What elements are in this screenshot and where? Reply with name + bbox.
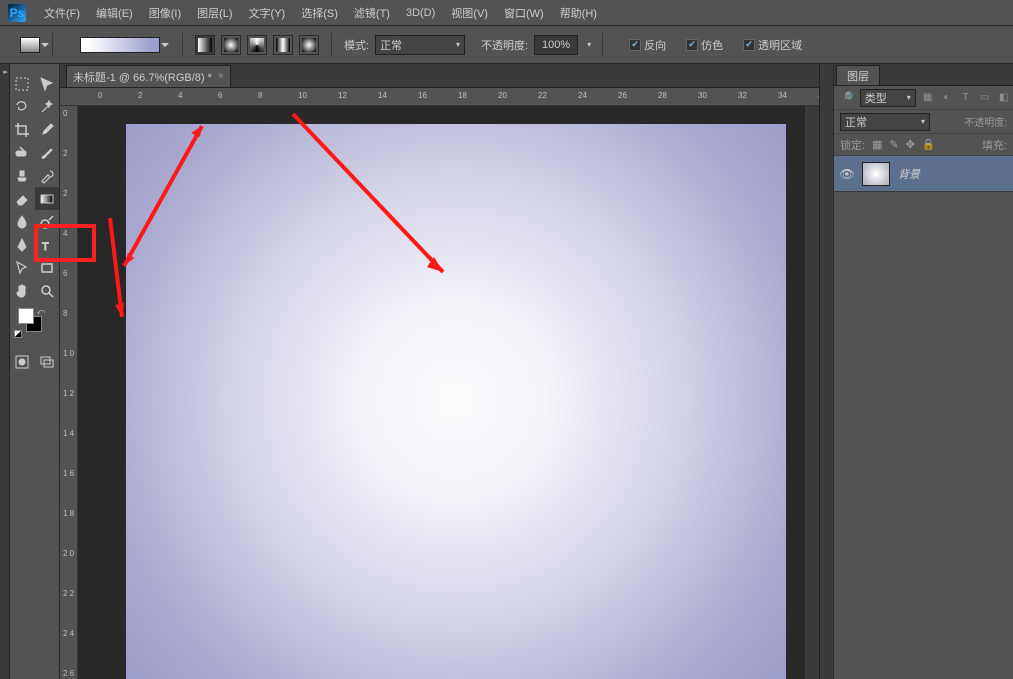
tool-preset-picker[interactable] bbox=[20, 37, 40, 53]
brush-tool[interactable] bbox=[35, 141, 60, 164]
linear-gradient-icon bbox=[198, 38, 212, 52]
filter-pixel-icon[interactable]: ▦ bbox=[922, 92, 934, 104]
diamond-gradient-icon bbox=[302, 38, 316, 52]
layer-filter-select[interactable]: 类型 bbox=[860, 89, 916, 107]
path-select-tool[interactable] bbox=[10, 256, 35, 279]
crop-tool[interactable] bbox=[10, 118, 35, 141]
menu-type[interactable]: 文字(Y) bbox=[241, 1, 294, 25]
vertical-scrollbar[interactable] bbox=[805, 106, 819, 679]
lasso-tool[interactable] bbox=[10, 95, 35, 118]
filter-shape-icon[interactable]: ▭ bbox=[979, 92, 991, 104]
photoshop-logo-icon: Ps bbox=[8, 4, 26, 22]
lock-transparency-icon[interactable]: ▦ bbox=[872, 138, 882, 151]
layers-panel-tab[interactable]: 图层 bbox=[836, 65, 880, 85]
reverse-checkbox[interactable]: ✔反向 bbox=[629, 37, 666, 53]
vertical-ruler[interactable]: 0224681 01 21 41 61 82 02 22 42 6 bbox=[60, 106, 78, 679]
layer-thumbnail[interactable] bbox=[862, 162, 890, 186]
radial-gradient-icon bbox=[224, 38, 238, 52]
filter-smart-icon[interactable]: ◧ bbox=[998, 92, 1010, 104]
layer-opacity-label: 不透明度: bbox=[964, 114, 1007, 129]
menu-image[interactable]: 图像(I) bbox=[141, 1, 189, 25]
horizontal-ruler[interactable]: 024681012141618202224262830323436 bbox=[78, 88, 819, 106]
rect-marquee-tool[interactable] bbox=[10, 72, 35, 95]
spot-heal-tool[interactable] bbox=[10, 141, 35, 164]
menu-select[interactable]: 选择(S) bbox=[293, 1, 346, 25]
gradient-angle-button[interactable] bbox=[247, 35, 267, 55]
opacity-label: 不透明度: bbox=[481, 37, 528, 53]
default-colors-icon[interactable] bbox=[14, 330, 22, 338]
opacity-input[interactable]: 100% bbox=[534, 35, 578, 55]
menu-help[interactable]: 帮助(H) bbox=[552, 1, 605, 25]
right-panels: 图层 🔎 类型 ▦ ◐ T ▭ ◧ 正常 不透明度: 锁定: ▦ bbox=[833, 64, 1013, 679]
move-tool[interactable] bbox=[35, 72, 60, 95]
lock-label: 锁定: bbox=[840, 137, 865, 153]
lock-move-icon[interactable]: ✥ bbox=[906, 138, 915, 151]
filter-type-icon[interactable]: T bbox=[960, 92, 972, 104]
transparency-checkbox[interactable]: ✔透明区域 bbox=[743, 37, 802, 53]
angle-gradient-icon bbox=[250, 38, 264, 52]
menu-bar: Ps 文件(F) 编辑(E) 图像(I) 图层(L) 文字(Y) 选择(S) 滤… bbox=[0, 0, 1013, 26]
reflected-gradient-icon bbox=[276, 38, 290, 52]
dither-checkbox[interactable]: ✔仿色 bbox=[686, 37, 723, 53]
menu-window[interactable]: 窗口(W) bbox=[496, 1, 552, 25]
zoom-tool[interactable] bbox=[35, 279, 60, 302]
type-tool[interactable]: T bbox=[35, 233, 60, 256]
layer-row[interactable]: 👁 背景 bbox=[834, 156, 1013, 192]
close-tab-icon[interactable]: × bbox=[218, 71, 224, 82]
tools-panel: T ⤺ bbox=[10, 64, 60, 679]
menu-layer[interactable]: 图层(L) bbox=[189, 1, 240, 25]
layer-filter-icons: ▦ ◐ T ▭ ◧ bbox=[922, 92, 1010, 104]
canvas-viewport[interactable] bbox=[78, 106, 819, 679]
blend-mode-select[interactable]: 正常 bbox=[375, 35, 465, 55]
hand-tool[interactable] bbox=[10, 279, 35, 302]
history-brush-tool[interactable] bbox=[35, 164, 60, 187]
menu-3d[interactable]: 3D(D) bbox=[398, 3, 443, 23]
gradient-linear-button[interactable] bbox=[195, 35, 215, 55]
foreground-color-swatch[interactable] bbox=[18, 308, 34, 324]
layer-blend-select[interactable]: 正常 bbox=[840, 113, 930, 131]
menu-view[interactable]: 视图(V) bbox=[443, 1, 496, 25]
eraser-tool[interactable] bbox=[10, 187, 35, 210]
collapsed-panel-strip[interactable] bbox=[0, 64, 10, 679]
eyedropper-tool[interactable] bbox=[35, 118, 60, 141]
search-icon: 🔎 bbox=[840, 91, 854, 104]
gradient-diamond-button[interactable] bbox=[299, 35, 319, 55]
lock-brush-icon[interactable]: ✎ bbox=[889, 138, 898, 151]
gradient-reflected-button[interactable] bbox=[273, 35, 293, 55]
menu-file[interactable]: 文件(F) bbox=[36, 1, 88, 25]
document-area: 未标题-1 @ 66.7%(RGB/8) * × 0224681 01 21 4… bbox=[60, 64, 819, 679]
pen-tool[interactable] bbox=[10, 233, 35, 256]
svg-text:T: T bbox=[42, 241, 49, 253]
menu-edit[interactable]: 编辑(E) bbox=[88, 1, 141, 25]
ruler-origin[interactable] bbox=[60, 88, 78, 106]
panel-dock-strip[interactable] bbox=[819, 64, 833, 679]
dodge-tool[interactable] bbox=[35, 210, 60, 233]
rectangle-tool[interactable] bbox=[35, 256, 60, 279]
quick-mask-tool[interactable] bbox=[10, 350, 35, 373]
clone-stamp-tool[interactable] bbox=[10, 164, 35, 187]
document-tab-title: 未标题-1 @ 66.7%(RGB/8) * bbox=[73, 69, 212, 85]
blur-tool[interactable] bbox=[10, 210, 35, 233]
gradient-tool[interactable] bbox=[35, 187, 60, 210]
filter-adjust-icon[interactable]: ◐ bbox=[941, 92, 953, 104]
document-tabs: 未标题-1 @ 66.7%(RGB/8) * × bbox=[60, 64, 819, 88]
document-tab[interactable]: 未标题-1 @ 66.7%(RGB/8) * × bbox=[66, 65, 231, 87]
gradient-radial-button[interactable] bbox=[221, 35, 241, 55]
lock-all-icon[interactable]: 🔒 bbox=[922, 138, 936, 151]
mode-label: 模式: bbox=[344, 37, 369, 53]
layer-name[interactable]: 背景 bbox=[898, 166, 920, 182]
gradient-picker[interactable] bbox=[80, 37, 160, 53]
fill-label: 填充: bbox=[982, 137, 1007, 153]
menu-filter[interactable]: 滤镜(T) bbox=[346, 1, 398, 25]
color-swatches[interactable]: ⤺ bbox=[18, 308, 43, 336]
canvas[interactable] bbox=[126, 124, 786, 679]
swap-colors-icon[interactable]: ⤺ bbox=[36, 307, 45, 317]
options-bar: 模式: 正常 不透明度: 100% ✔反向 ✔仿色 ✔透明区域 bbox=[0, 26, 1013, 64]
screen-mode-tool[interactable] bbox=[35, 350, 60, 373]
visibility-toggle-icon[interactable]: 👁 bbox=[840, 167, 854, 181]
magic-wand-tool[interactable] bbox=[35, 95, 60, 118]
